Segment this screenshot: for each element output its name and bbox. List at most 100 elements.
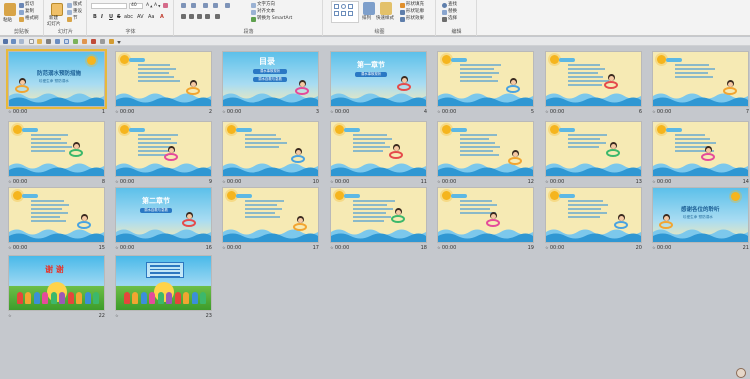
strikethrough-button[interactable]: S	[117, 14, 121, 20]
slide-caption: ☆ 00:00 9	[115, 179, 212, 185]
bullets-button[interactable]	[181, 3, 186, 8]
undo-icon[interactable]	[11, 39, 16, 44]
slide-thumbnail[interactable]	[545, 51, 642, 107]
paste-button[interactable]: 粘贴	[3, 18, 12, 24]
bold-button[interactable]: B	[93, 14, 97, 20]
slide-thumbnail[interactable]	[652, 51, 749, 107]
slide-thumbnail[interactable]	[222, 121, 319, 177]
slide-thumbnail[interactable]	[545, 187, 642, 243]
slide-thumbnail[interactable]	[115, 51, 212, 107]
text-line	[568, 146, 599, 148]
wave-decoration	[9, 163, 104, 176]
format-painter-button[interactable]: 格式刷	[19, 16, 39, 22]
shape-icon[interactable]	[82, 39, 87, 44]
line-shape-icon[interactable]	[334, 11, 339, 16]
text-line	[568, 64, 600, 66]
section-tag	[129, 128, 145, 132]
picture-icon[interactable]	[73, 39, 78, 44]
font-color-button[interactable]: A	[160, 14, 164, 20]
star-shape-icon[interactable]	[348, 11, 353, 16]
new-slide-icon[interactable]	[51, 3, 63, 16]
slide-thumbnail[interactable]	[222, 187, 319, 243]
slide-thumbnail[interactable]	[8, 187, 105, 243]
align-text-button[interactable]: 对齐文本	[251, 9, 275, 15]
layout-button[interactable]: 版式	[67, 2, 82, 8]
text-line	[353, 142, 385, 144]
align-right-button[interactable]	[197, 14, 202, 19]
reset-button[interactable]: 重设	[67, 9, 82, 15]
replace-button[interactable]: 替换	[442, 9, 457, 15]
slide-thumbnail[interactable]: 感谢各位的聆听 珍爱生命 预防溺水	[652, 187, 749, 243]
chart-icon[interactable]	[91, 39, 96, 44]
clear-format-button[interactable]	[163, 3, 168, 8]
arrow-shape-icon[interactable]	[341, 11, 346, 16]
print-preview-icon[interactable]	[46, 39, 51, 44]
slide-thumbnail[interactable]: 防范溺水预防措施 珍爱生命 预防溺水	[6, 49, 107, 109]
section-button[interactable]: 节	[67, 16, 78, 22]
slide-thumbnail[interactable]	[115, 255, 212, 311]
new-slide-button-2[interactable]: 幻灯片	[47, 22, 61, 28]
arrange-button[interactable]: 排列	[362, 16, 371, 22]
user-avatar[interactable]	[736, 368, 746, 378]
shadow-button[interactable]: abc	[124, 14, 133, 20]
font-name-box[interactable]	[91, 3, 127, 9]
slideshow-icon[interactable]	[109, 39, 114, 44]
rect-shape-icon[interactable]	[334, 4, 339, 9]
text-direction-button[interactable]: 文字方向	[251, 2, 275, 8]
slide-thumbnail[interactable]: 第一章节 溺水事故现状	[330, 51, 427, 107]
new-icon[interactable]	[29, 39, 34, 44]
redo-icon[interactable]	[19, 39, 24, 44]
slide-thumbnail[interactable]	[330, 121, 427, 177]
grow-font-button[interactable]: A ▲	[146, 3, 152, 9]
slide-thumbnail[interactable]	[8, 121, 105, 177]
shape-outline-button[interactable]: 形状轮廓	[400, 9, 424, 15]
italic-button[interactable]: I	[101, 14, 103, 20]
find-button[interactable]: 查找	[442, 2, 457, 8]
slide-thumbnail[interactable]	[437, 121, 534, 177]
table-icon[interactable]	[64, 39, 69, 44]
columns-button[interactable]	[215, 14, 220, 19]
transition-icon: ☆	[8, 313, 12, 318]
slide-thumbnail[interactable]	[115, 121, 212, 177]
text-line	[245, 134, 276, 136]
quick-styles-icon[interactable]	[380, 2, 392, 15]
quick-styles-button[interactable]: 快速样式	[376, 16, 394, 22]
copy-button[interactable]: 复制	[19, 9, 34, 15]
text-line	[353, 204, 388, 206]
select-button[interactable]: 选择	[442, 16, 457, 22]
numbering-button[interactable]	[191, 3, 196, 8]
align-center-button[interactable]	[189, 14, 194, 19]
arrange-icon[interactable]	[363, 2, 375, 15]
shrink-font-button[interactable]: A ▼	[154, 3, 160, 9]
change-case-button[interactable]: Aa	[148, 14, 154, 20]
line-spacing-button[interactable]	[225, 3, 230, 8]
font-size-box[interactable]: 40	[129, 3, 143, 9]
shape-fill-button[interactable]: 形状填充	[400, 2, 424, 8]
align-left-button[interactable]	[181, 14, 186, 19]
increase-indent-button[interactable]	[213, 3, 218, 8]
slide-thumbnail[interactable]: 第二章节 溺水自救与急救	[115, 187, 212, 243]
shape-effects-button[interactable]: 形状效果	[400, 16, 424, 22]
open-icon[interactable]	[37, 39, 42, 44]
underline-button[interactable]: U	[109, 14, 113, 20]
slide-thumbnail[interactable]	[437, 187, 534, 243]
cut-button[interactable]: 剪切	[19, 2, 34, 8]
oval-shape-icon[interactable]	[341, 4, 346, 9]
char-spacing-button[interactable]: AV	[137, 14, 144, 20]
triangle-shape-icon[interactable]	[348, 4, 353, 9]
slide-thumbnail[interactable]	[437, 51, 534, 107]
slide-thumbnail[interactable]	[545, 121, 642, 177]
slide-thumbnail[interactable]	[330, 187, 427, 243]
smartart-button[interactable]: 转换为 SmartArt	[251, 16, 292, 22]
screenshot-icon[interactable]	[100, 39, 105, 44]
slide-thumbnail[interactable]: 谢 谢	[8, 255, 105, 311]
slide-thumbnail[interactable]: 目录 溺水事故现状 溺水自救与急救	[222, 51, 319, 107]
spell-check-icon[interactable]	[55, 39, 60, 44]
justify-button[interactable]	[205, 14, 210, 19]
shapes-gallery[interactable]	[331, 1, 359, 23]
paste-icon[interactable]	[4, 3, 16, 16]
customize-qat-icon[interactable]	[117, 41, 121, 44]
save-icon[interactable]	[3, 39, 8, 44]
slide-thumbnail[interactable]	[652, 121, 749, 177]
decrease-indent-button[interactable]	[203, 3, 208, 8]
